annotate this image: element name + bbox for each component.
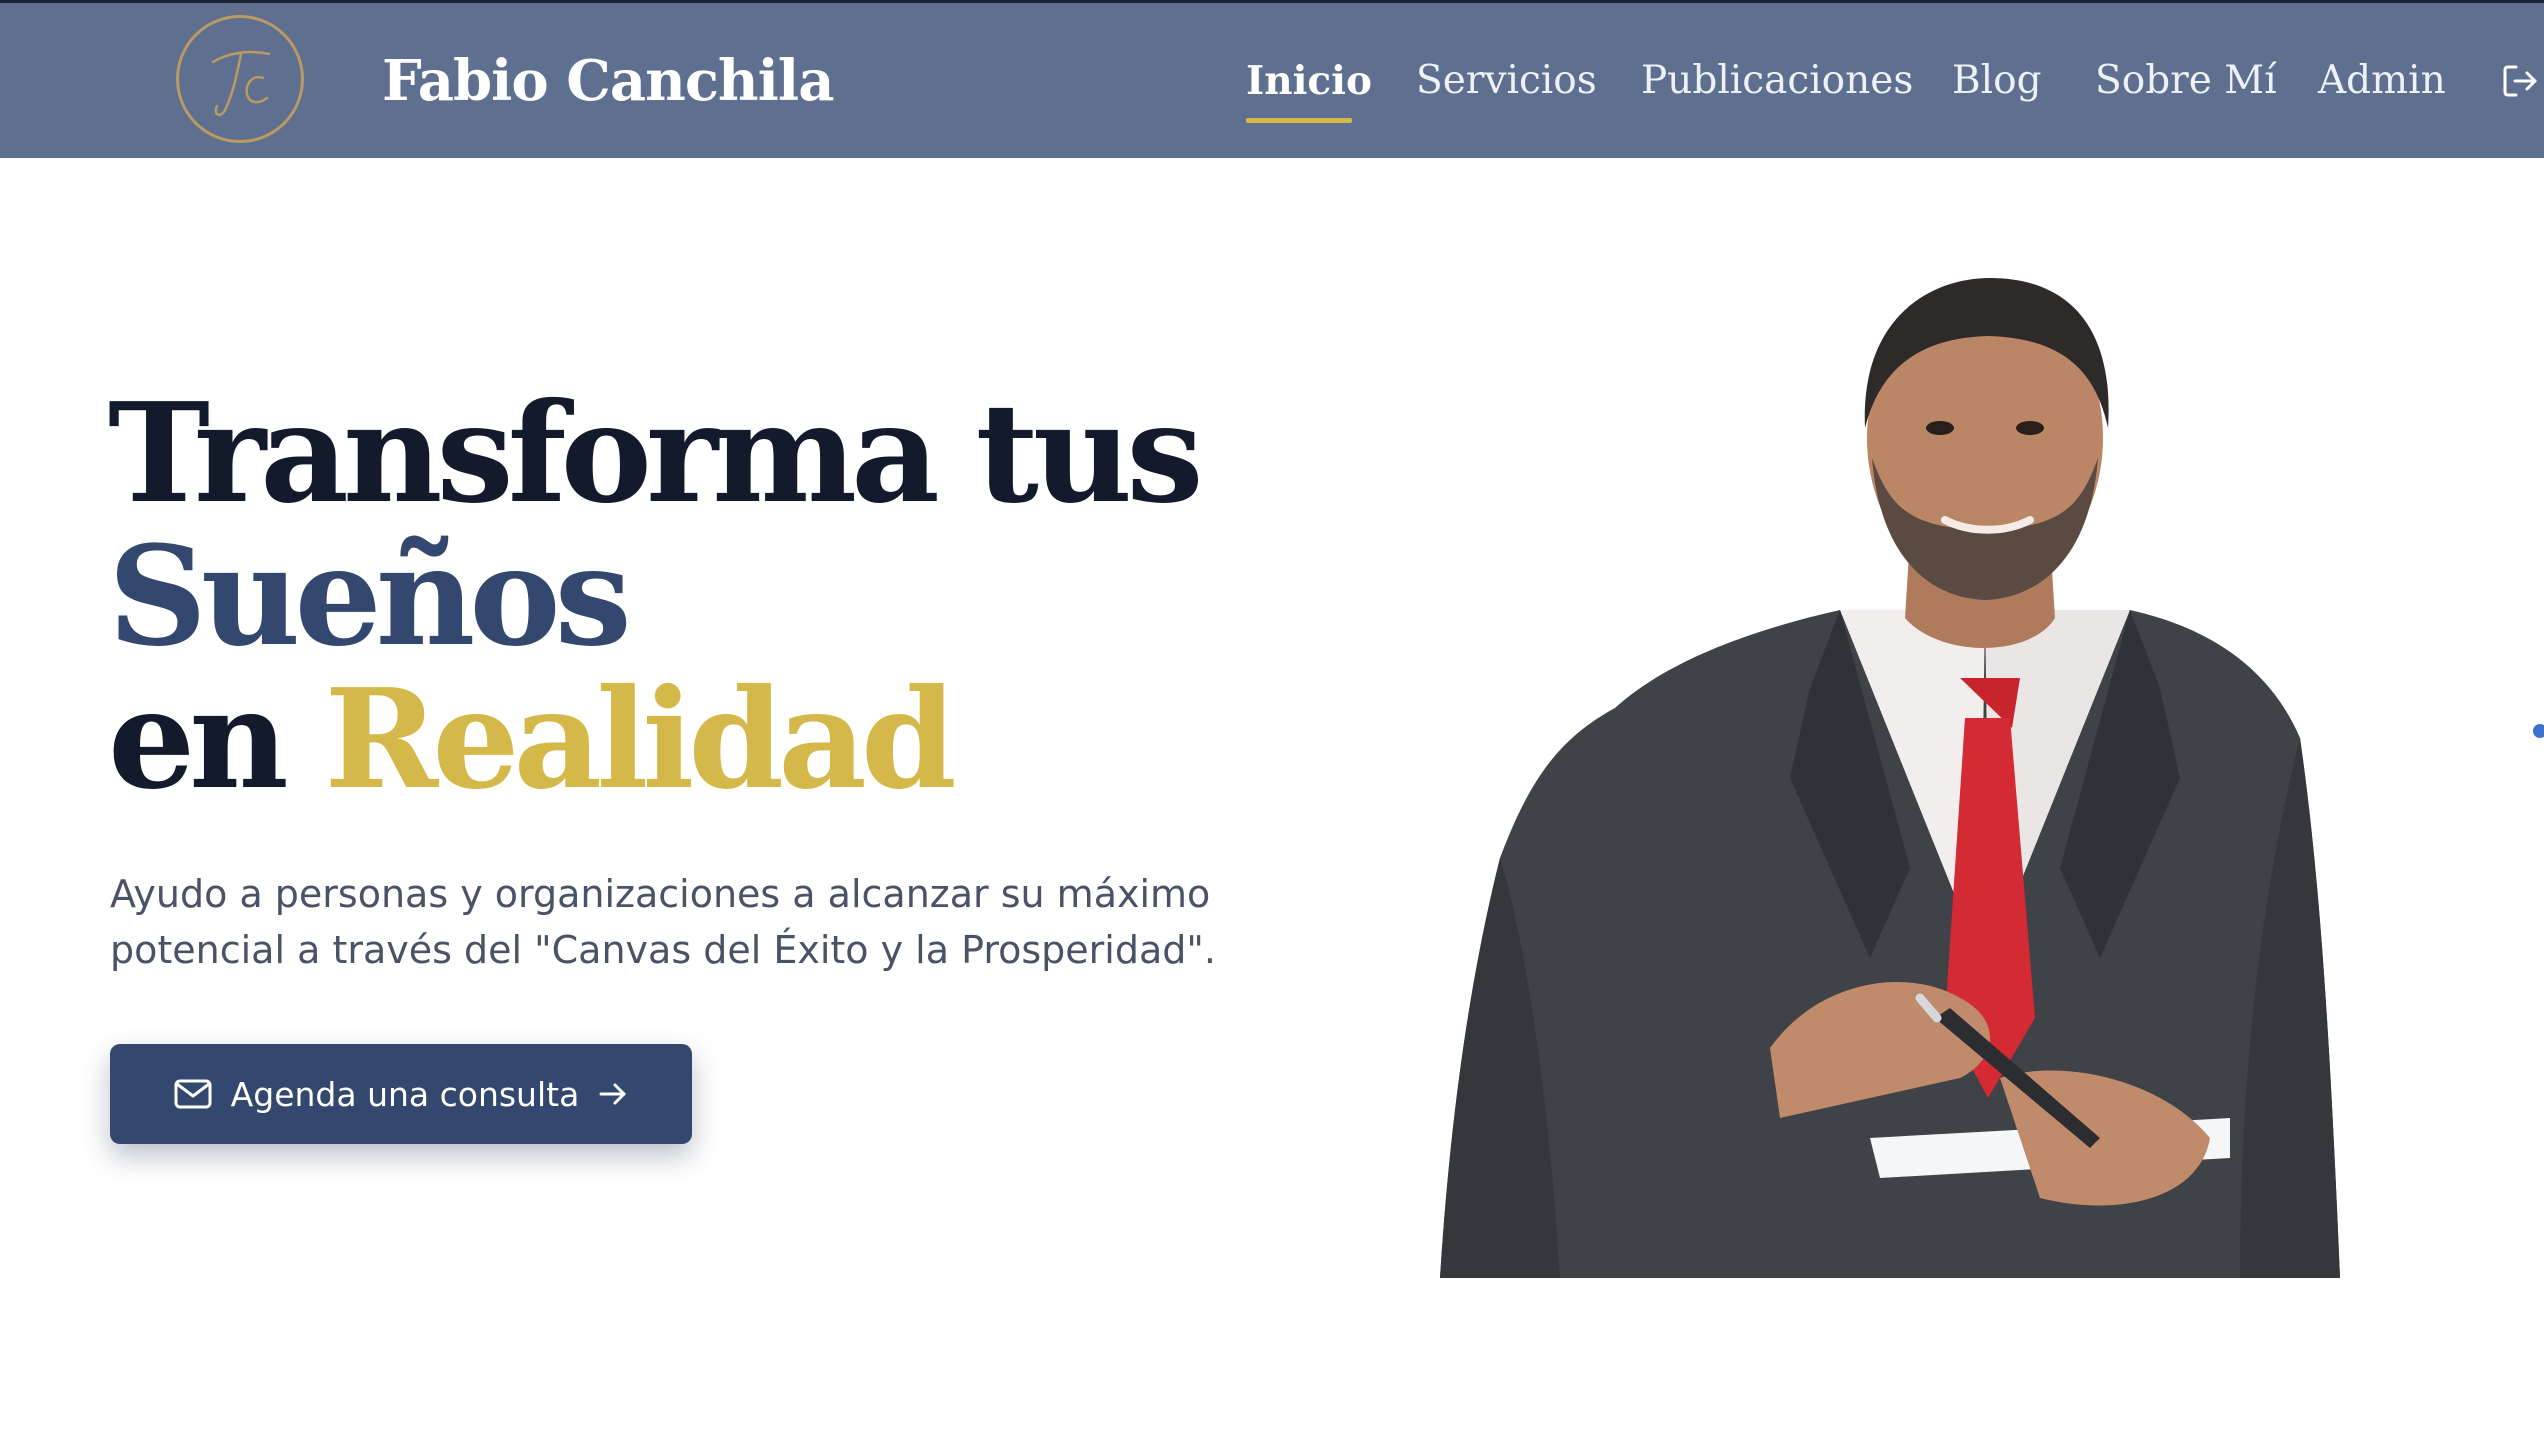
agenda-consulta-button[interactable]: Agenda una consulta <box>110 1044 692 1144</box>
fc-monogram-icon <box>211 50 271 117</box>
hero-portrait-image <box>1440 258 2340 1288</box>
hero-subtitle: Ayudo a personas y organizaciones a alca… <box>110 866 1350 978</box>
hero-title-line-3: en Realidad <box>108 668 1198 811</box>
hero-subtitle-line-2: potencial a través del "Canvas del Éxito… <box>110 928 1216 972</box>
arrow-right-icon <box>599 1083 626 1105</box>
hero-title-accent-realidad: Realidad <box>324 659 956 820</box>
hero-title-line-1: Transforma tus <box>108 373 1204 534</box>
nav-item-inicio[interactable]: Inicio <box>1246 51 1372 111</box>
nav-item-sobre-mi[interactable]: Sobre Mí <box>2095 51 2277 111</box>
mail-icon <box>174 1079 212 1109</box>
hero-title: Transforma tus Sueños en Realidad <box>108 373 1204 811</box>
navbar: Fabio Canchila Inicio Servicios Publicac… <box>0 0 2544 158</box>
active-nav-underline <box>1246 118 1352 123</box>
nav-item-admin[interactable]: Admin <box>2318 51 2446 111</box>
hero-title-accent-suenos: Sueños <box>108 516 632 677</box>
nav-item-servicios[interactable]: Servicios <box>1416 51 1597 111</box>
cta-label: Agenda una consulta <box>230 1074 580 1114</box>
nav-item-blog[interactable]: Blog <box>1952 51 2042 111</box>
fc-monogram-logo[interactable] <box>176 15 304 143</box>
hero-title-prefix-en: en <box>108 659 289 820</box>
nav-item-publicaciones[interactable]: Publicaciones <box>1641 51 1913 111</box>
carousel-indicator-dot[interactable] <box>2533 724 2544 738</box>
hero-subtitle-line-1: Ayudo a personas y organizaciones a alca… <box>110 872 1211 916</box>
brand-name[interactable]: Fabio Canchila <box>382 41 834 121</box>
page: Fabio Canchila Inicio Servicios Publicac… <box>0 0 2544 1442</box>
logout-icon[interactable] <box>2500 61 2540 101</box>
